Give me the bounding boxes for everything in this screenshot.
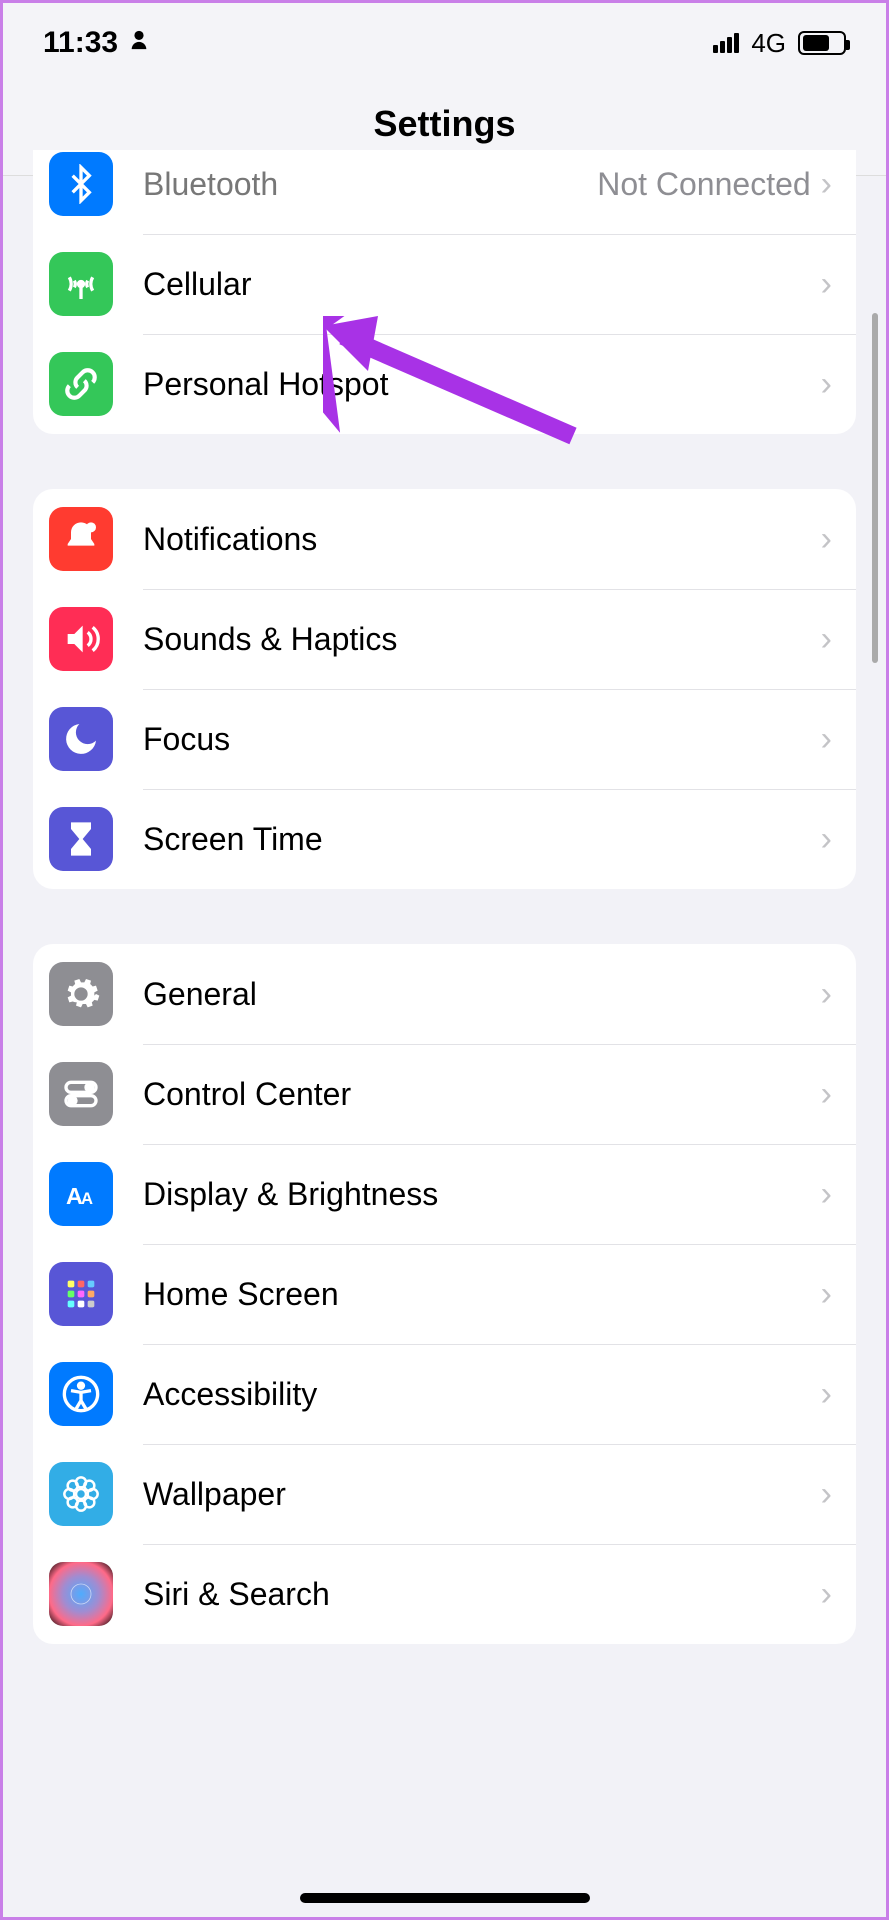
row-homescreen[interactable]: Home Screen › — [33, 1244, 856, 1344]
chevron-right-icon: › — [821, 720, 832, 759]
row-label: Sounds & Haptics — [143, 621, 821, 658]
battery-icon — [798, 31, 846, 55]
network-label: 4G — [751, 28, 786, 59]
settings-list: Bluetooth Not Connected › Cellular › Per… — [3, 150, 886, 1644]
signal-icon — [713, 33, 739, 53]
scrollbar[interactable] — [872, 313, 878, 663]
row-label: General — [143, 976, 821, 1013]
moon-icon — [49, 707, 113, 771]
row-label: Bluetooth — [143, 166, 597, 203]
row-label: Focus — [143, 721, 821, 758]
row-cellular[interactable]: Cellular › — [33, 234, 856, 334]
status-bar: 11:33 4G — [3, 3, 886, 83]
chevron-right-icon: › — [821, 1275, 832, 1314]
chevron-right-icon: › — [821, 1175, 832, 1214]
chevron-right-icon: › — [821, 1475, 832, 1514]
row-label: Home Screen — [143, 1276, 821, 1313]
hourglass-icon — [49, 807, 113, 871]
row-controlcenter[interactable]: Control Center › — [33, 1044, 856, 1144]
chevron-right-icon: › — [821, 165, 832, 204]
antenna-icon — [49, 252, 113, 316]
row-label: Accessibility — [143, 1376, 821, 1413]
home-indicator[interactable] — [300, 1893, 590, 1903]
speaker-icon — [49, 607, 113, 671]
bluetooth-icon — [49, 152, 113, 216]
row-label: Display & Brightness — [143, 1176, 821, 1213]
accessibility-icon — [49, 1362, 113, 1426]
row-label: Personal Hotspot — [143, 366, 821, 403]
settings-group-general: General › Control Center › AA Display & … — [33, 944, 856, 1644]
status-time: 11:33 — [43, 26, 118, 60]
flower-icon — [49, 1462, 113, 1526]
row-wallpaper[interactable]: Wallpaper › — [33, 1444, 856, 1544]
chevron-right-icon: › — [821, 975, 832, 1014]
person-icon — [128, 29, 150, 58]
row-label: Screen Time — [143, 821, 821, 858]
row-focus[interactable]: Focus › — [33, 689, 856, 789]
settings-group-connectivity: Bluetooth Not Connected › Cellular › Per… — [33, 150, 856, 434]
row-label: Cellular — [143, 266, 821, 303]
chevron-right-icon: › — [821, 365, 832, 404]
text-size-icon: AA — [49, 1162, 113, 1226]
siri-icon — [49, 1562, 113, 1626]
row-screentime[interactable]: Screen Time › — [33, 789, 856, 889]
link-icon — [49, 352, 113, 416]
row-accessibility[interactable]: Accessibility › — [33, 1344, 856, 1444]
chevron-right-icon: › — [821, 520, 832, 559]
page-title: Settings — [3, 103, 886, 145]
chevron-right-icon: › — [821, 1375, 832, 1414]
settings-group-notifications: Notifications › Sounds & Haptics › Focus… — [33, 489, 856, 889]
chevron-right-icon: › — [821, 1575, 832, 1614]
row-hotspot[interactable]: Personal Hotspot › — [33, 334, 856, 434]
row-sounds[interactable]: Sounds & Haptics › — [33, 589, 856, 689]
chevron-right-icon: › — [821, 620, 832, 659]
chevron-right-icon: › — [821, 820, 832, 859]
svg-text:A: A — [81, 1189, 93, 1208]
row-notifications[interactable]: Notifications › — [33, 489, 856, 589]
switches-icon — [49, 1062, 113, 1126]
gear-icon — [49, 962, 113, 1026]
grid-icon — [49, 1262, 113, 1326]
bell-icon — [49, 507, 113, 571]
row-label: Siri & Search — [143, 1576, 821, 1613]
row-bluetooth[interactable]: Bluetooth Not Connected › — [33, 150, 856, 234]
row-siri[interactable]: Siri & Search › — [33, 1544, 856, 1644]
row-general[interactable]: General › — [33, 944, 856, 1044]
row-label: Wallpaper — [143, 1476, 821, 1513]
row-label: Control Center — [143, 1076, 821, 1113]
row-value: Not Connected — [597, 166, 810, 203]
row-display[interactable]: AA Display & Brightness › — [33, 1144, 856, 1244]
row-label: Notifications — [143, 521, 821, 558]
chevron-right-icon: › — [821, 265, 832, 304]
chevron-right-icon: › — [821, 1075, 832, 1114]
